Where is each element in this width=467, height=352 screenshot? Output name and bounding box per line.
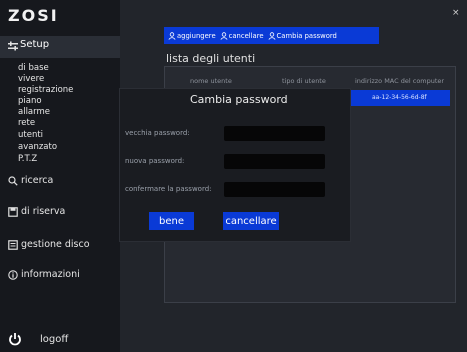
power-icon xyxy=(9,333,21,346)
add-user-label: aggiungere xyxy=(177,31,216,40)
sidebar-item-informazioni-label: informazioni xyxy=(21,269,80,280)
sidebar-item-setup-label: Setup xyxy=(20,39,50,50)
sidebar-sub-rete[interactable]: rete xyxy=(18,118,35,128)
sidebar-item-gestione-disco-label: gestione disco xyxy=(21,239,90,250)
sidebar-sub-allarme[interactable]: allarme xyxy=(18,107,50,117)
old-password-label: vecchia password: xyxy=(125,129,190,137)
sidebar-item-gestione-disco[interactable]: gestione disco xyxy=(8,239,90,250)
sidebar-sub-vivere[interactable]: vivere xyxy=(18,74,44,84)
logoff-button[interactable]: logoff xyxy=(8,332,68,346)
user-key-icon xyxy=(268,31,276,40)
delete-user-button[interactable]: cancellare xyxy=(220,32,264,40)
search-icon xyxy=(8,175,18,186)
delete-user-label: cancellare xyxy=(228,31,264,40)
sidebar-item-ricerca-label: ricerca xyxy=(21,175,54,186)
setup-icon xyxy=(8,41,18,51)
user-list-title: lista degli utenti xyxy=(166,52,256,65)
sidebar-sub-avanzato[interactable]: avanzato xyxy=(18,142,57,152)
column-header-user-type: tipo di utente xyxy=(282,77,326,85)
column-header-username: nome utente xyxy=(190,77,232,85)
confirm-password-label: confermare la password: xyxy=(125,185,212,193)
sidebar-sub-registrazione[interactable]: registrazione xyxy=(18,85,73,95)
add-user-button[interactable]: aggiungere xyxy=(168,32,216,40)
logoff-label: logoff xyxy=(40,333,69,345)
table-cell-mac: aa-12-34-56-6d-8f xyxy=(372,94,427,101)
backup-icon xyxy=(8,206,18,217)
dialog-title: Cambia password xyxy=(190,93,288,106)
cancel-button[interactable]: cancellare xyxy=(223,212,279,230)
sidebar-sub-utenti[interactable]: utenti xyxy=(18,130,43,140)
brand-logo: ZOSI xyxy=(8,6,59,25)
user-toolbar: aggiungere cancellare Cambia password xyxy=(164,27,379,44)
info-icon xyxy=(8,269,18,280)
disk-icon xyxy=(8,239,18,250)
old-password-field[interactable] xyxy=(224,126,325,141)
sidebar-sub-ptz[interactable]: P.T.Z xyxy=(18,154,37,164)
column-header-mac: indirizzo MAC del computer xyxy=(355,77,445,85)
change-password-label: Cambia password xyxy=(276,31,337,40)
change-password-button[interactable]: Cambia password xyxy=(268,32,337,40)
close-icon[interactable]: × xyxy=(452,8,460,18)
sidebar-sub-di-base[interactable]: di base xyxy=(18,63,49,73)
sidebar-item-informazioni[interactable]: informazioni xyxy=(8,269,80,280)
sidebar-item-ricerca[interactable]: ricerca xyxy=(8,175,53,186)
sidebar-sub-piano[interactable]: piano xyxy=(18,96,42,106)
new-password-label: nuova password: xyxy=(125,157,185,165)
confirm-password-field[interactable] xyxy=(224,182,325,197)
sidebar-item-di-riserva-label: di riserva xyxy=(21,206,66,217)
user-add-icon xyxy=(168,31,176,40)
ok-button[interactable]: bene xyxy=(149,212,194,230)
new-password-field[interactable] xyxy=(224,154,325,169)
sidebar-item-setup[interactable] xyxy=(0,36,120,58)
sidebar-item-di-riserva[interactable]: di riserva xyxy=(8,206,65,217)
user-delete-icon xyxy=(220,31,228,40)
